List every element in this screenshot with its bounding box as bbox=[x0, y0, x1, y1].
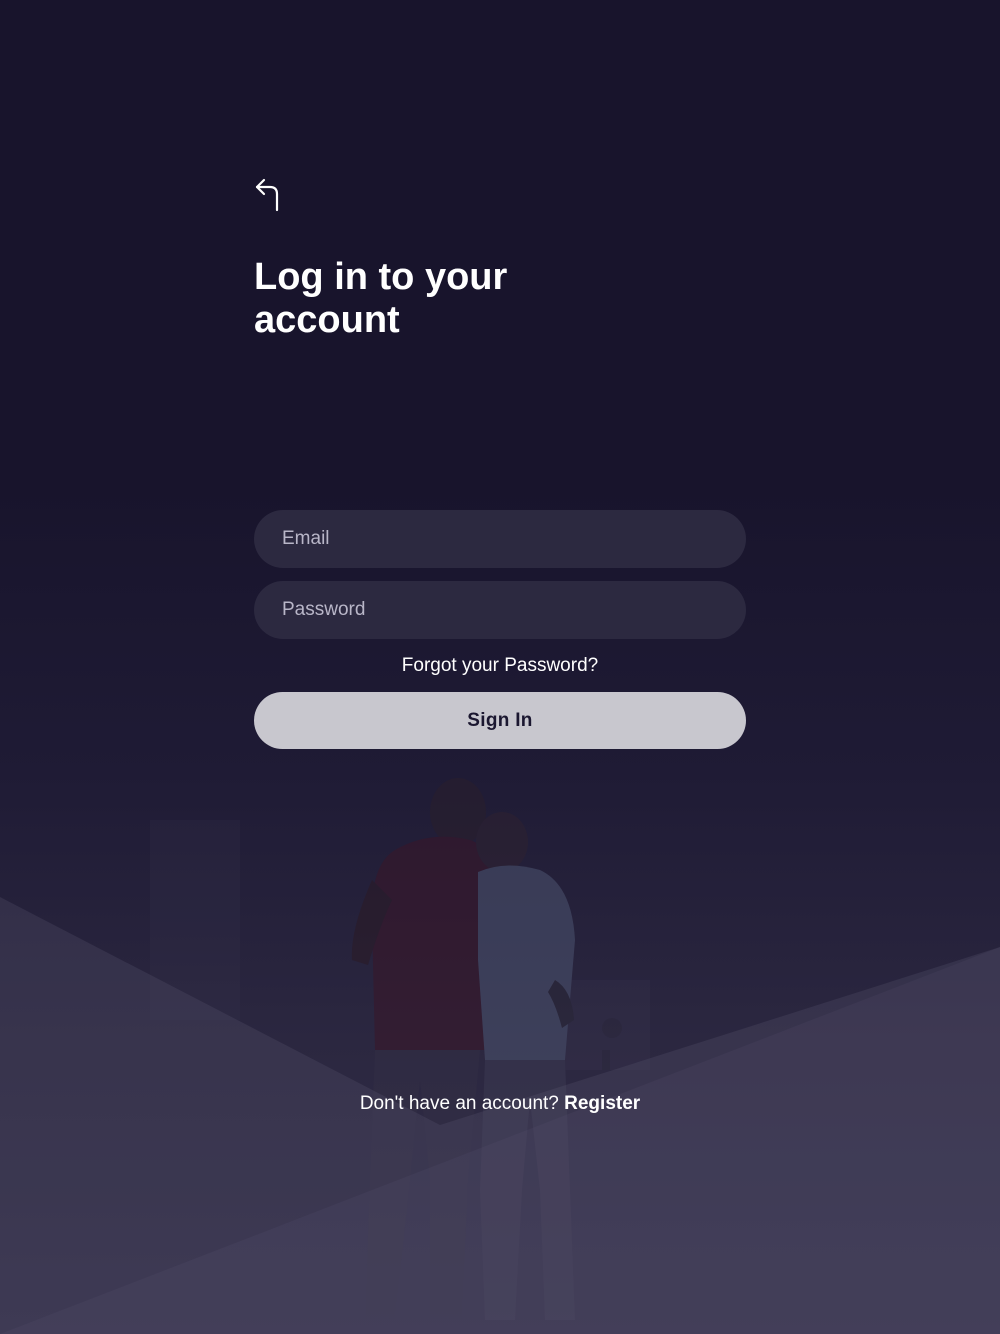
register-prompt: Don't have an account? bbox=[359, 1093, 565, 1114]
forgot-password-link[interactable]: Forgot your Password? bbox=[254, 654, 746, 678]
register-link[interactable]: Register bbox=[564, 1093, 640, 1114]
password-field[interactable] bbox=[254, 581, 746, 639]
page-title: Log in to your account bbox=[254, 256, 508, 341]
register-row: Don't have an account? Register bbox=[0, 1092, 1000, 1116]
sign-in-button[interactable]: Sign In bbox=[254, 692, 746, 749]
back-button[interactable] bbox=[250, 172, 286, 214]
back-arrow-icon bbox=[255, 178, 279, 212]
email-field[interactable] bbox=[254, 510, 746, 568]
